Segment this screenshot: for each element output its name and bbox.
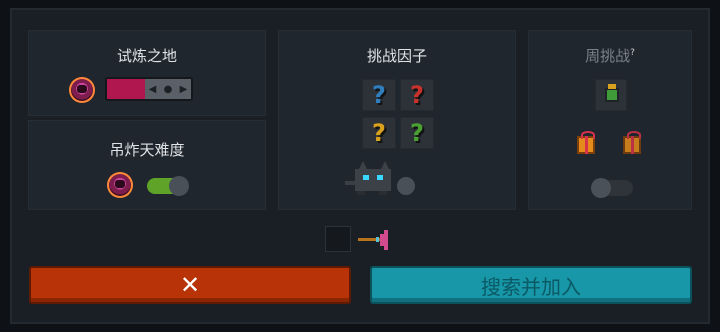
bomb-difficulty-panel: 吊炸天难度 (28, 120, 266, 210)
weekly-challenge-toggle[interactable] (591, 178, 633, 198)
question-mark-icon: ? (410, 119, 424, 147)
weekly-challenge-panel: 周挑战? (528, 30, 692, 210)
close-icon: ✕ (179, 271, 201, 299)
bomb-skull-icon (107, 172, 133, 198)
weapon-icon (358, 230, 388, 250)
toggle-knob (169, 176, 189, 196)
bomb-difficulty-toggle[interactable] (147, 176, 189, 196)
trial-panel: 试炼之地 ◀ ● ▶ (28, 30, 266, 116)
weekly-challenge-title: 周挑战? (529, 45, 691, 66)
cat-pet-icon (345, 161, 391, 195)
weekly-challenge-label: 周挑战 (585, 47, 631, 65)
bomb-difficulty-title: 吊炸天难度 (109, 141, 185, 159)
difficulty-slider-fill (107, 79, 145, 99)
difficulty-slider[interactable]: ◀ ● ▶ (105, 77, 193, 101)
gift-locked-icon (623, 131, 641, 154)
grip-icon: ● (163, 83, 173, 95)
factor-slot-4[interactable]: ? (400, 117, 434, 149)
difficulty-slider-handle[interactable]: ◀ ● ▶ (145, 79, 191, 99)
challenge-factors-title: 挑战因子 (366, 47, 427, 65)
trial-title: 试炼之地 (116, 47, 177, 65)
challenge-factors-panel: 挑战因子 ? ? ? ? (278, 30, 516, 210)
factor-slot-2[interactable]: ? (400, 79, 434, 111)
search-and-join-button[interactable]: 搜索并加入 (370, 266, 692, 304)
chevron-left-icon: ◀ (148, 83, 157, 95)
factor-slot-3[interactable]: ? (362, 117, 396, 149)
weekly-challenge-badge-icon (595, 79, 627, 111)
question-mark-icon: ? (372, 81, 386, 109)
item-slot[interactable] (325, 226, 351, 252)
question-mark-icon: ? (372, 119, 386, 147)
factor-slot-1[interactable]: ? (362, 79, 396, 111)
search-and-join-label: 搜索并加入 (481, 274, 581, 299)
chevron-right-icon: ▶ (179, 83, 188, 95)
help-icon[interactable]: ? (630, 48, 635, 58)
toggle-knob (591, 178, 611, 198)
question-mark-icon: ? (410, 81, 424, 109)
trial-skull-icon (69, 77, 95, 103)
cat-toggle-knob[interactable] (397, 177, 415, 195)
gift-icon (577, 131, 595, 154)
cancel-button[interactable]: ✕ (29, 266, 351, 304)
